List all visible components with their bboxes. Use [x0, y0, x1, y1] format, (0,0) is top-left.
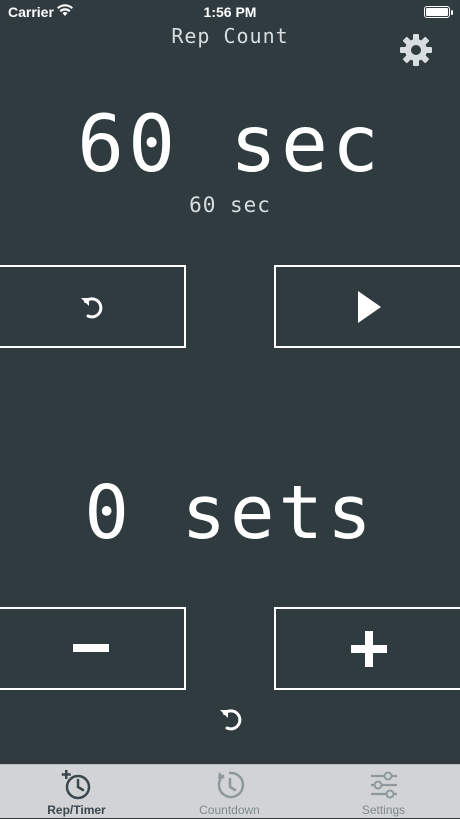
tab-label: Rep/Timer [47, 803, 106, 817]
tab-bar: Rep/Timer Countdown Settings [0, 764, 460, 818]
reset-timer-button[interactable] [0, 265, 186, 348]
play-icon [358, 290, 381, 323]
rep-timer-icon [61, 770, 91, 800]
reset-icon [220, 709, 242, 731]
reset-sets-button[interactable] [210, 700, 250, 740]
tab-label: Countdown [199, 803, 260, 817]
tab-countdown[interactable]: Countdown [153, 765, 306, 819]
sliders-icon [371, 771, 397, 799]
timer-value: 60 sec [77, 100, 383, 190]
sets-value: 0 sets [84, 470, 376, 556]
timer-sub-value: 60 sec [189, 193, 271, 217]
play-button[interactable] [274, 265, 460, 348]
status-time: 1:56 PM [203, 4, 257, 20]
tab-settings[interactable]: Settings [307, 765, 460, 819]
page-title: Rep Count [171, 24, 289, 48]
reset-icon [81, 296, 103, 318]
tab-label: Settings [361, 803, 406, 817]
countdown-icon [217, 771, 245, 799]
tab-rep-timer[interactable]: Rep/Timer [0, 765, 153, 819]
minus-icon [73, 643, 109, 652]
plus-icon [351, 630, 387, 667]
gear-icon[interactable] [398, 32, 434, 68]
increment-sets-button[interactable] [274, 607, 460, 690]
battery-icon [424, 6, 453, 18]
decrement-sets-button[interactable] [0, 607, 186, 690]
status-bar: Carrier 1:56 PM [0, 0, 460, 24]
